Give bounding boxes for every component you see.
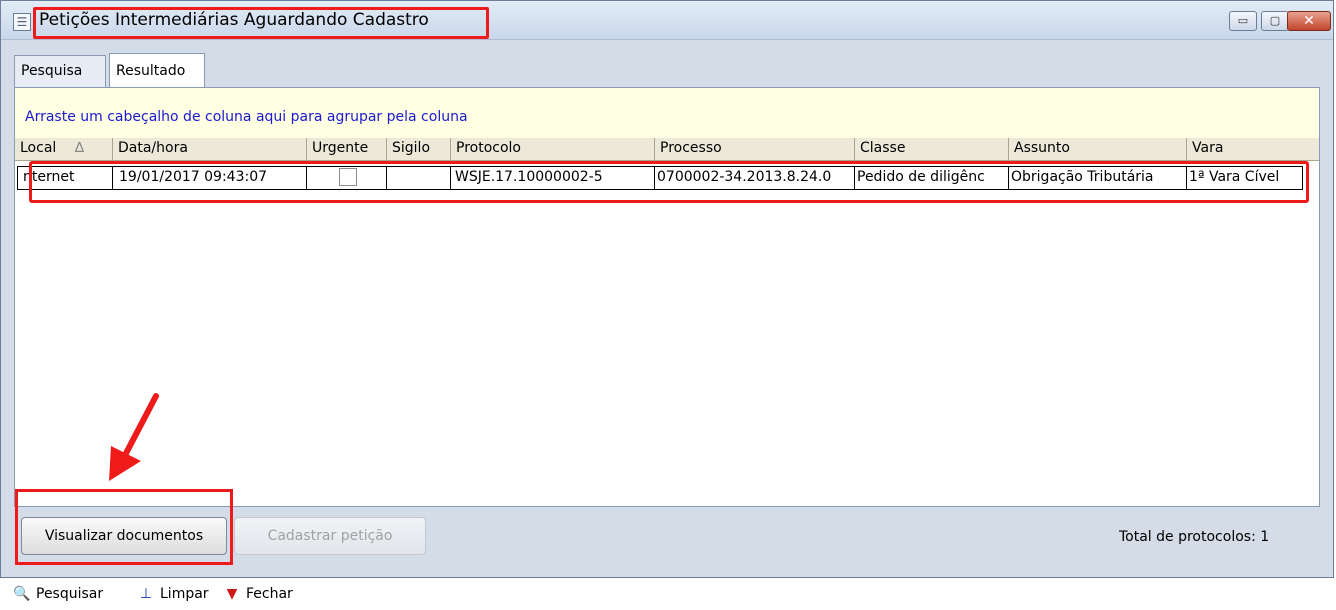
column-header-vara[interactable]: Vara [1187, 138, 1319, 160]
fechar-button[interactable]: ▼ Fechar [222, 586, 293, 602]
column-header-local[interactable]: Local ∆ [15, 138, 113, 160]
title-bar: ☰ Petições Intermediárias Aguardando Cad… [1, 1, 1333, 40]
title-annotation-box [33, 7, 489, 39]
limpar-button[interactable]: ⊥ Limpar [136, 586, 209, 602]
column-header-sigilo[interactable]: Sigilo [387, 138, 451, 160]
binoculars-icon: 🔍 [13, 586, 31, 602]
sort-ascending-icon: ∆ [74, 140, 85, 156]
row-annotation-box [29, 161, 1309, 203]
exit-sign-icon: ▼ [226, 586, 238, 602]
tab-resultado[interactable]: Resultado [109, 53, 205, 87]
limpar-label: Limpar [160, 586, 209, 602]
total-protocolos: Total de protocolos: 1 [1119, 529, 1270, 545]
fechar-label: Fechar [246, 586, 293, 602]
pesquisar-label: Pesquisar [36, 586, 104, 602]
column-header-assunto[interactable]: Assunto [1009, 138, 1187, 160]
maximize-button[interactable]: ▢ [1261, 11, 1289, 31]
column-header-protocolo[interactable]: Protocolo [451, 138, 655, 160]
pesquisar-button[interactable]: 🔍 Pesquisar [12, 586, 103, 602]
column-header-data-hora[interactable]: Data/hora [113, 138, 307, 160]
broom-icon: ⊥ [139, 586, 153, 602]
annotation-arrow-icon [109, 393, 159, 481]
close-button[interactable]: ✕ [1287, 11, 1331, 31]
group-by-area[interactable]: Arraste um cabeçalho de coluna aqui para… [15, 88, 1319, 139]
tab-resultado-label: Resultado [116, 63, 186, 79]
column-header-processo[interactable]: Processo [655, 138, 855, 160]
group-hint-text: Arraste um cabeçalho de coluna aqui para… [25, 109, 468, 125]
column-header-urgente[interactable]: Urgente [307, 138, 387, 160]
tab-pesquisa[interactable]: Pesquisa [14, 55, 106, 87]
app-icon: ☰ [13, 13, 31, 31]
result-panel: Arraste um cabeçalho de coluna aqui para… [14, 87, 1320, 507]
grid-header: Local ∆ Data/hora Urgente Sigilo Protoco… [15, 138, 1319, 161]
cadastrar-peticao-button[interactable]: Cadastrar petição [234, 517, 426, 555]
tab-pesquisa-label: Pesquisa [21, 63, 83, 79]
minimize-button[interactable]: ▭ [1229, 11, 1257, 31]
button-annotation-box [15, 489, 233, 565]
main-window: ☰ Petições Intermediárias Aguardando Cad… [0, 0, 1334, 578]
column-header-classe[interactable]: Classe [855, 138, 1009, 160]
